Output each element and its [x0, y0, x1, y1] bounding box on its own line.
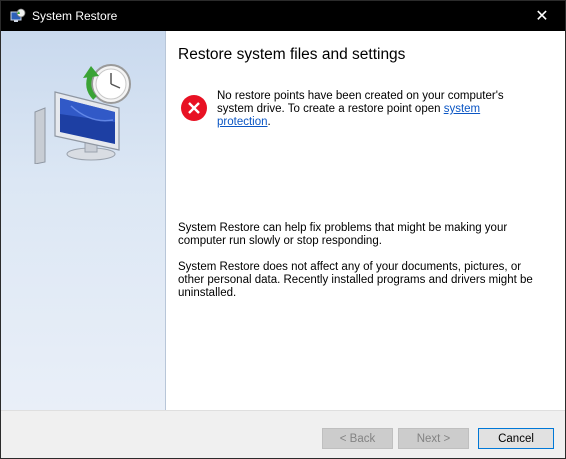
error-message-end: .	[267, 116, 271, 128]
button-bar: < Back Next > Cancel	[1, 410, 565, 458]
error-icon	[181, 95, 207, 121]
cancel-button[interactable]: Cancel	[478, 428, 554, 449]
info-paragraph-2: System Restore does not affect any of yo…	[178, 261, 533, 299]
sidebar-panel	[1, 31, 166, 410]
info-paragraph-1: System Restore can help fix problems tha…	[178, 222, 508, 247]
system-restore-monitor-clock-icon	[34, 64, 131, 164]
page-title: Restore system files and settings	[178, 46, 406, 63]
back-button[interactable]: < Back	[322, 428, 393, 449]
close-icon: ✕	[535, 8, 549, 25]
window-title: System Restore	[32, 9, 118, 23]
close-button[interactable]: ✕	[519, 1, 565, 31]
next-button[interactable]: Next >	[398, 428, 469, 449]
title-bar[interactable]: System Restore ✕	[1, 1, 565, 31]
system-restore-icon	[10, 8, 26, 22]
content-panel: Restore system files and settings No res…	[166, 31, 565, 410]
system-restore-window: System Restore ✕ Restore system files an…	[0, 0, 566, 459]
error-message: No restore points have been created on y…	[217, 90, 537, 129]
